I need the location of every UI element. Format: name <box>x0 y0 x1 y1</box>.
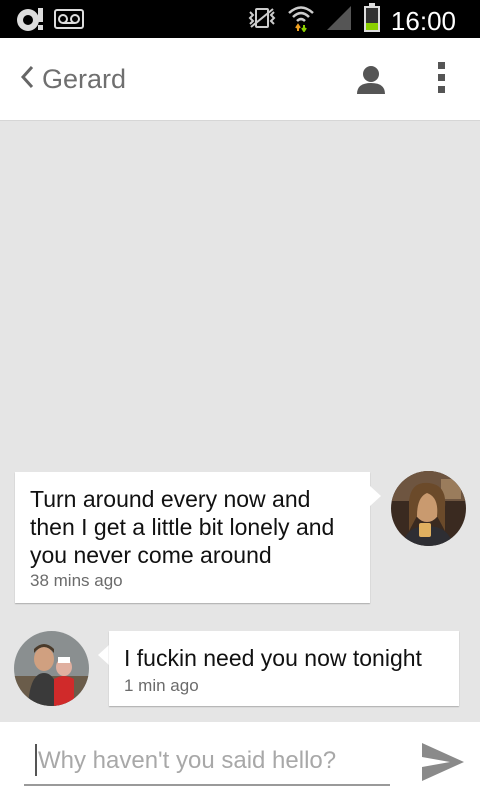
wifi-icon <box>287 4 315 37</box>
battery-icon <box>363 3 381 38</box>
action-bar: Gerard <box>0 38 480 121</box>
avatar-contact[interactable] <box>14 631 89 706</box>
avatar-self[interactable] <box>391 471 466 546</box>
status-bar-time: 16:00 <box>390 5 456 36</box>
send-button[interactable] <box>420 740 466 784</box>
message-timestamp: 38 mins ago <box>30 571 123 590</box>
bubble-tail <box>370 486 381 506</box>
vibrate-icon <box>247 7 277 34</box>
message-text: I fuckin need you now tonight <box>124 645 422 671</box>
signal-icon <box>325 5 353 36</box>
contact-person-button[interactable] <box>356 64 386 99</box>
back-button[interactable]: Gerard <box>20 62 126 96</box>
message-timestamp: 1 min ago <box>124 676 199 695</box>
send-icon <box>420 743 466 788</box>
contact-name: Gerard <box>42 64 127 94</box>
message-input-wrapper <box>24 738 390 786</box>
status-bar-left <box>16 6 84 37</box>
message-text: Turn around every now and then I get a l… <box>30 486 335 568</box>
voicemail-icon <box>54 9 84 34</box>
person-icon <box>356 66 386 98</box>
compose-bar <box>0 722 480 800</box>
status-bar-right: 16:00 <box>247 3 456 38</box>
text-cursor <box>35 744 37 776</box>
notification-icon <box>16 6 46 37</box>
overflow-menu-icon[interactable] <box>438 62 446 98</box>
back-chevron-icon <box>20 65 34 94</box>
status-bar: 16:00 <box>0 0 480 38</box>
message-input[interactable] <box>38 742 388 780</box>
message-bubble-incoming[interactable]: I fuckin need you now tonight 1 min ago <box>109 631 459 706</box>
message-bubble-outgoing[interactable]: Turn around every now and then I get a l… <box>15 472 370 603</box>
bubble-tail <box>98 645 109 665</box>
